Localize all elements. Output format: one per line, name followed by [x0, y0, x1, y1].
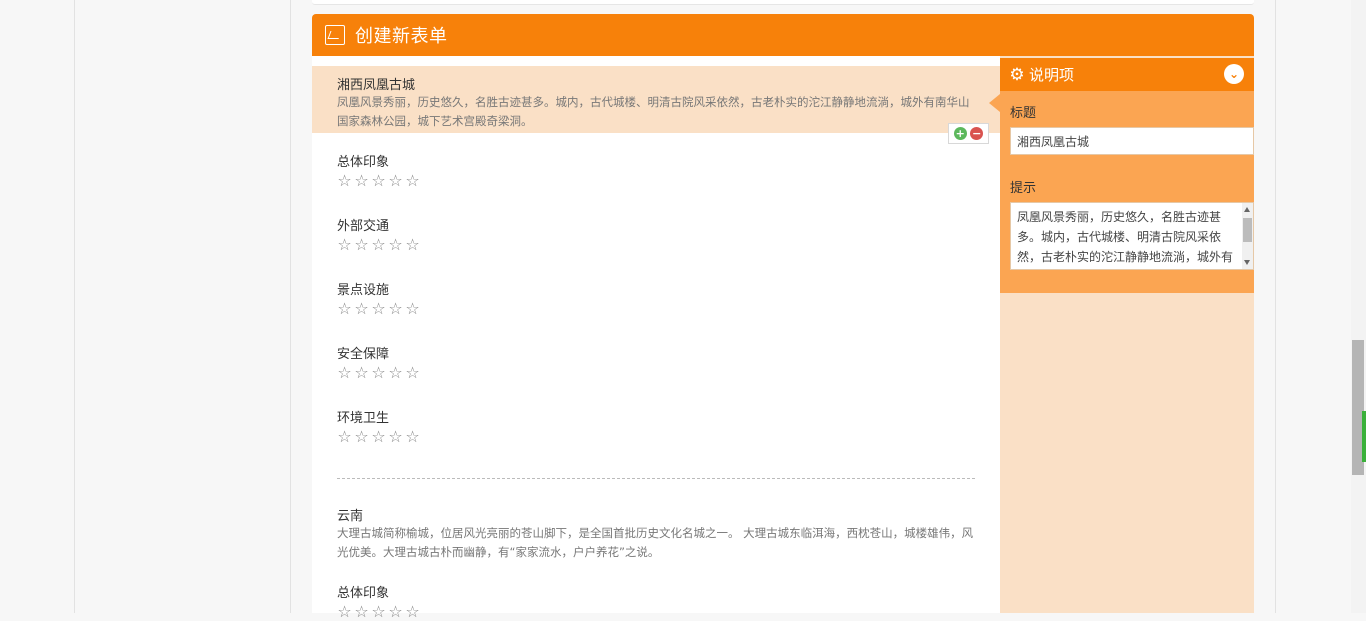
chevron-down-icon[interactable]: ⌄	[1224, 64, 1244, 84]
star-outline-icon[interactable]: ☆	[405, 429, 420, 445]
star-outline-icon[interactable]: ☆	[354, 173, 369, 189]
title-label: 标题	[1010, 106, 1037, 121]
rating-label: 总体印象	[337, 586, 390, 601]
star-outline-icon[interactable]: ☆	[405, 237, 420, 253]
star-outline-icon[interactable]: ☆	[371, 173, 386, 189]
star-outline-icon[interactable]: ☆	[405, 604, 420, 620]
left-sidebar	[75, 0, 291, 613]
block-description: 凤凰风景秀丽，历史悠久，名胜古迹甚多。城内，古代城楼、明清古院风采依然，古老朴实…	[337, 95, 970, 128]
star-outline-icon[interactable]: ☆	[354, 365, 369, 381]
star-outline-icon[interactable]: ☆	[354, 301, 369, 317]
minus-circle-icon[interactable]: −	[970, 127, 984, 140]
rating-item: 安全保障 ☆ ☆ ☆ ☆ ☆	[337, 343, 422, 381]
star-outline-icon[interactable]: ☆	[337, 604, 352, 620]
star-outline-icon[interactable]: ☆	[388, 429, 403, 445]
star-outline-icon[interactable]: ☆	[337, 237, 352, 253]
star-rating[interactable]: ☆ ☆ ☆ ☆ ☆	[337, 237, 422, 253]
properties-title: 说明项	[1029, 66, 1075, 84]
star-outline-icon[interactable]: ☆	[388, 365, 403, 381]
rating-item: 总体印象 ☆ ☆ ☆ ☆ ☆	[337, 151, 422, 189]
star-outline-icon[interactable]: ☆	[337, 173, 352, 189]
star-outline-icon[interactable]: ☆	[337, 429, 352, 445]
rating-label: 环境卫生	[337, 411, 390, 426]
section-divider	[337, 478, 975, 479]
rating-label: 外部交通	[337, 219, 390, 234]
star-outline-icon[interactable]: ☆	[371, 429, 386, 445]
side-marker	[1362, 411, 1366, 462]
star-rating[interactable]: ☆ ☆ ☆ ☆ ☆	[337, 429, 422, 445]
star-outline-icon[interactable]: ☆	[388, 301, 403, 317]
scroll-thumb[interactable]	[1243, 218, 1252, 242]
rating-item: 外部交通 ☆ ☆ ☆ ☆ ☆	[337, 215, 422, 253]
star-outline-icon[interactable]: ☆	[388, 604, 403, 620]
title-input[interactable]	[1010, 127, 1254, 155]
rating-item: 总体印象 ☆ ☆ ☆ ☆ ☆	[337, 582, 422, 620]
star-outline-icon[interactable]: ☆	[371, 301, 386, 317]
scroll-up-icon[interactable]	[1244, 207, 1250, 212]
panel-pointer	[989, 94, 1000, 112]
textarea-scrollbar[interactable]	[1242, 203, 1253, 269]
rating-label: 景点设施	[337, 283, 390, 298]
star-outline-icon[interactable]: ☆	[371, 604, 386, 620]
star-outline-icon[interactable]: ☆	[388, 237, 403, 253]
rating-item: 环境卫生 ☆ ☆ ☆ ☆ ☆	[337, 407, 422, 445]
star-outline-icon[interactable]: ☆	[337, 365, 352, 381]
star-outline-icon[interactable]: ☆	[354, 429, 369, 445]
page-scrollbar[interactable]	[1351, 0, 1366, 613]
page-title: 创建新表单	[355, 26, 448, 47]
hint-textarea[interactable]: 凤凰风景秀丽，历史悠久，名胜古迹甚多。城内，古代城楼、明清古院风采依然，古老朴实…	[1010, 202, 1254, 270]
gear-icon: ⚙	[1009, 64, 1025, 85]
description-block-selected[interactable]: 湘西凤凰古城 凤凰风景秀丽，历史悠久，名胜古迹甚多。城内，古代城楼、明清古院风采…	[312, 66, 1000, 133]
star-rating[interactable]: ☆ ☆ ☆ ☆ ☆	[337, 365, 422, 381]
rating-label: 总体印象	[337, 155, 390, 170]
block-actions: + −	[948, 123, 989, 144]
rating-label: 安全保障	[337, 347, 390, 362]
form-body: 湘西凤凰古城 凤凰风景秀丽，历史悠久，名胜古迹甚多。城内，古代城楼、明清古院风采…	[312, 56, 1000, 620]
properties-panel: ⚙ 说明项 ⌄ 标题 提示 凤凰风景秀丽，历史悠久，名胜古迹甚多。城内，古代城楼…	[1000, 58, 1254, 293]
star-outline-icon[interactable]: ☆	[405, 301, 420, 317]
star-rating[interactable]: ☆ ☆ ☆ ☆ ☆	[337, 604, 422, 620]
block-title: 云南	[337, 509, 364, 524]
star-outline-icon[interactable]: ☆	[354, 237, 369, 253]
hint-label: 提示	[1010, 181, 1037, 196]
form-header: 创建新表单	[312, 14, 1254, 56]
rating-item: 景点设施 ☆ ☆ ☆ ☆ ☆	[337, 279, 422, 317]
page-border-right	[1275, 0, 1276, 613]
star-outline-icon[interactable]: ☆	[371, 365, 386, 381]
star-outline-icon[interactable]: ☆	[405, 365, 420, 381]
star-rating[interactable]: ☆ ☆ ☆ ☆ ☆	[337, 301, 422, 317]
form-icon	[325, 25, 345, 45]
plus-circle-icon[interactable]: +	[953, 127, 967, 140]
block-description: 大理古城简称榆城，位居风光亮丽的苍山脚下，是全国首批历史文化名城之一。 大理古城…	[337, 526, 974, 559]
hint-text: 凤凰风景秀丽，历史悠久，名胜古迹甚多。城内，古代城楼、明清古院风采依然，古老朴实…	[1017, 210, 1234, 264]
star-outline-icon[interactable]: ☆	[371, 237, 386, 253]
star-outline-icon[interactable]: ☆	[354, 604, 369, 620]
star-outline-icon[interactable]: ☆	[388, 173, 403, 189]
star-outline-icon[interactable]: ☆	[337, 301, 352, 317]
star-rating[interactable]: ☆ ☆ ☆ ☆ ☆	[337, 173, 422, 189]
star-outline-icon[interactable]: ☆	[405, 173, 420, 189]
block-title: 湘西凤凰古城	[337, 78, 416, 93]
scroll-down-icon[interactable]	[1244, 260, 1250, 265]
previous-card-bottom	[312, 0, 1254, 5]
properties-header: ⚙ 说明项 ⌄	[1000, 58, 1254, 91]
